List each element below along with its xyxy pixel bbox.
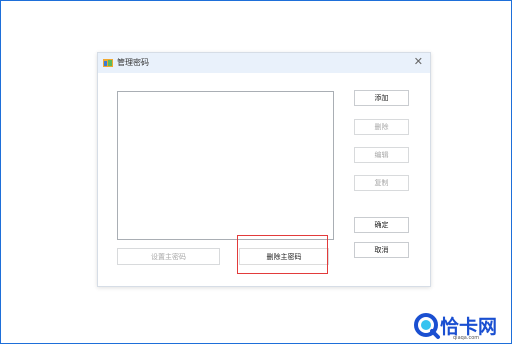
close-icon[interactable]: ✕	[414, 56, 423, 68]
watermark: 恰卡网 qiaqa.com	[413, 312, 507, 342]
magnifier-logo-icon	[414, 313, 440, 339]
title-bar: 管理密码 ✕	[98, 53, 430, 73]
set-master-password-button[interactable]: 设置主密码	[117, 248, 220, 265]
cancel-button[interactable]: 取消	[354, 242, 409, 258]
edit-button[interactable]: 编辑	[354, 147, 409, 163]
delete-button[interactable]: 删除	[354, 119, 409, 135]
app-icon	[103, 59, 113, 67]
copy-button[interactable]: 复制	[354, 175, 409, 191]
add-button[interactable]: 添加	[354, 90, 409, 106]
ok-button[interactable]: 确定	[354, 217, 409, 233]
manage-password-dialog: 管理密码 ✕ 添加 删除 编辑 复制 确定 取消 设置主密码 删除主密码	[97, 52, 431, 287]
password-list[interactable]	[117, 91, 334, 240]
watermark-subtext: qiaqa.com	[453, 335, 480, 341]
delete-master-password-button[interactable]: 删除主密码	[239, 248, 329, 265]
dialog-title: 管理密码	[117, 58, 149, 67]
